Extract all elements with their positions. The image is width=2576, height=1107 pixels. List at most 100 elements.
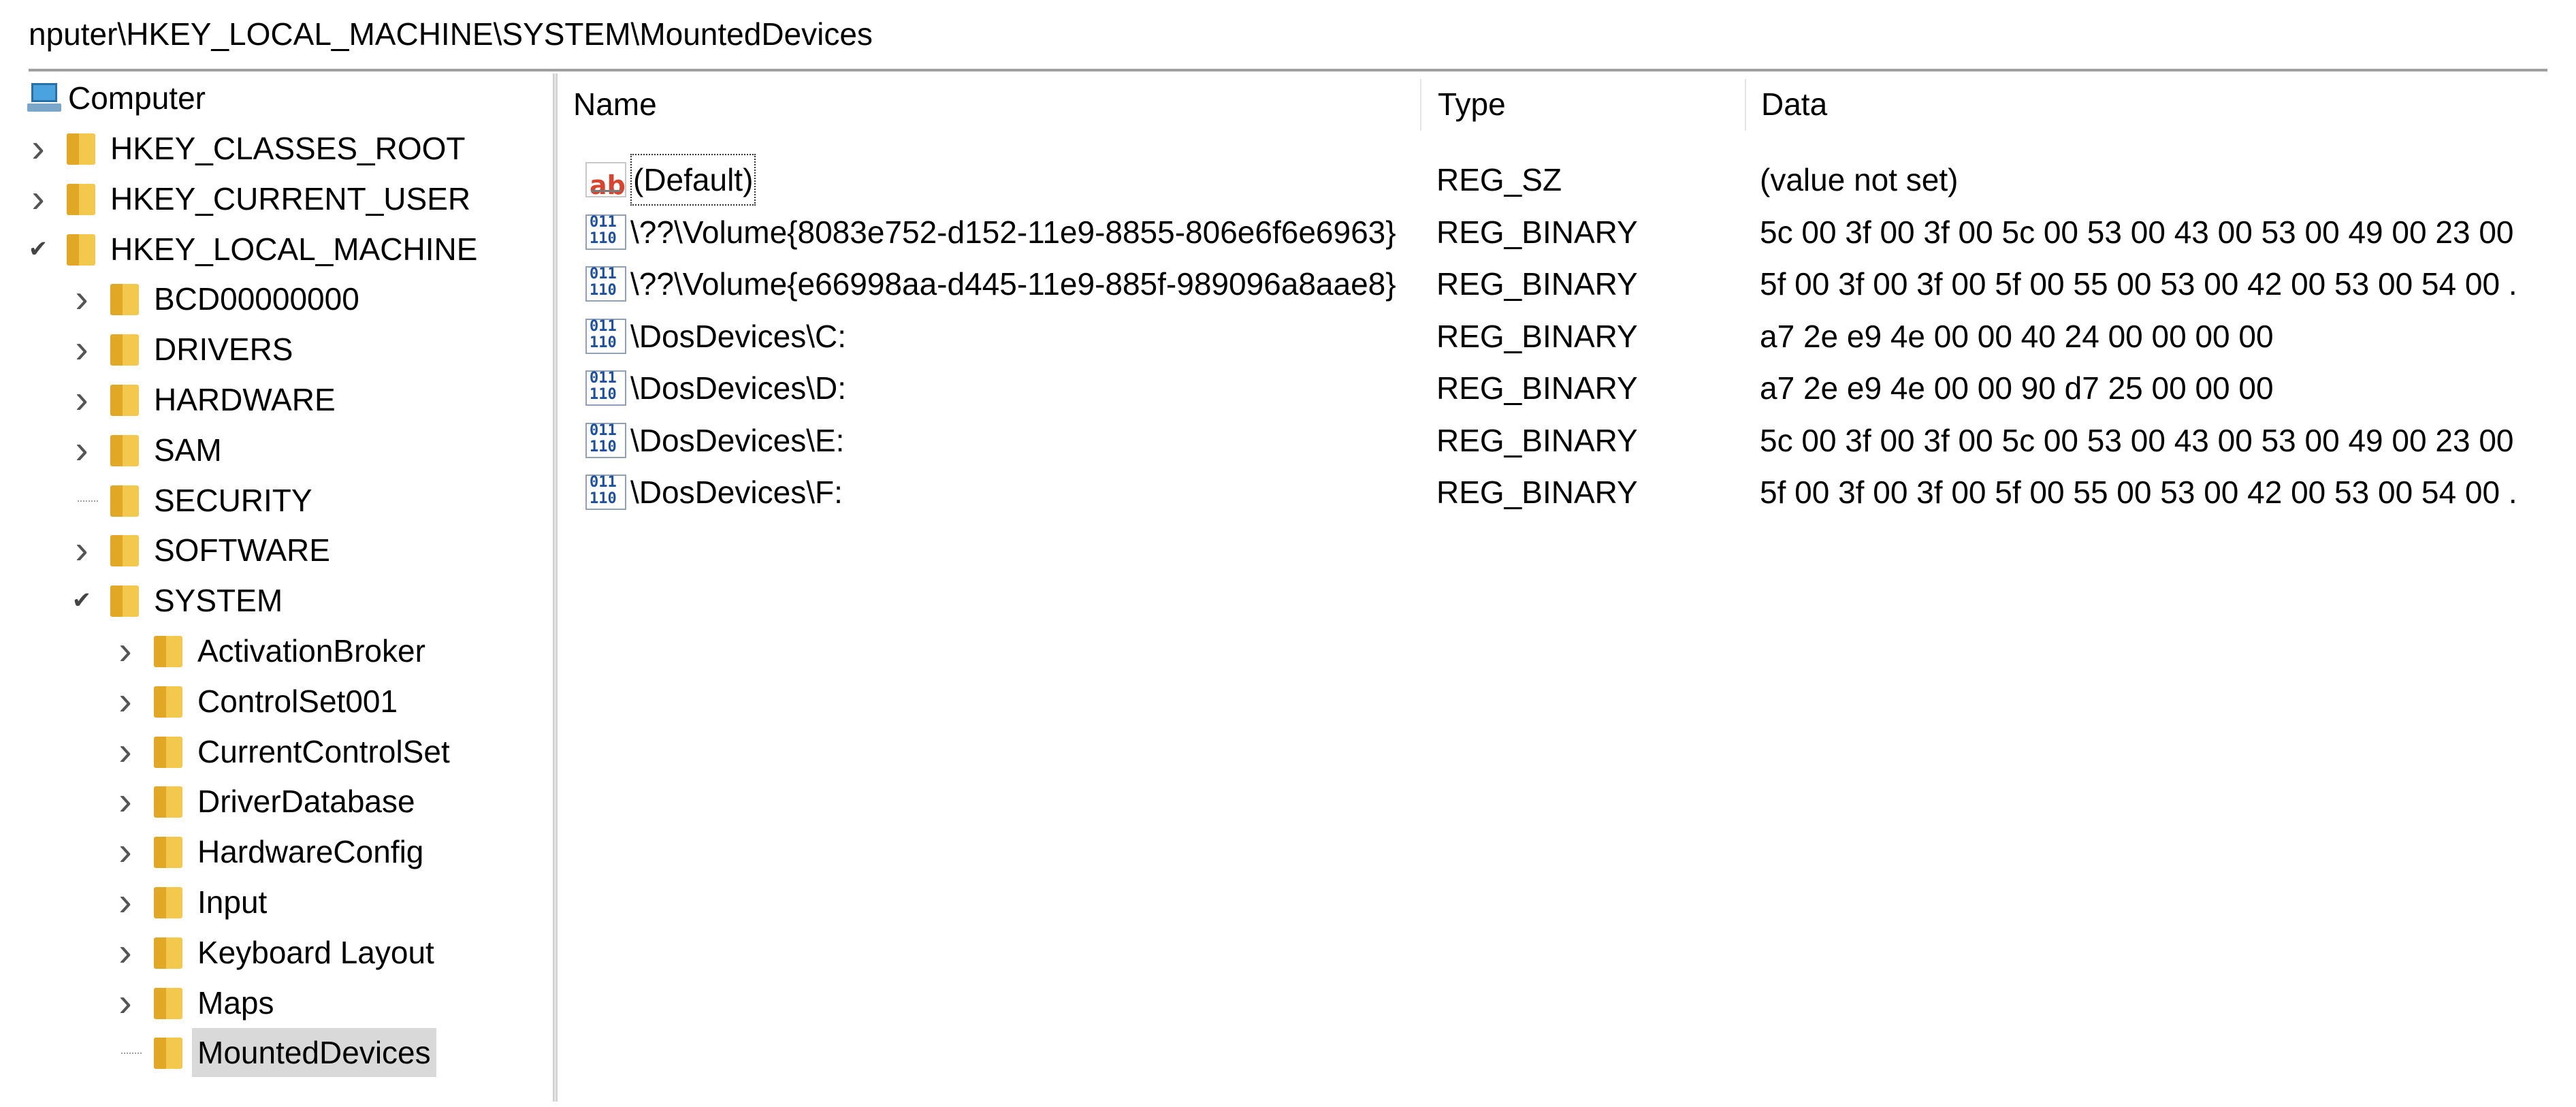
value-type: REG_BINARY: [1436, 422, 1638, 458]
chevron-right-icon[interactable]: ›: [112, 827, 139, 876]
tree-connector: [78, 500, 98, 502]
chevron-right-icon[interactable]: ›: [68, 375, 95, 424]
chevron-right-icon[interactable]: ›: [68, 526, 95, 575]
tree-node-label: Maps: [197, 984, 274, 1021]
folder-icon: [110, 284, 139, 316]
folder-icon: [110, 385, 139, 416]
folder-icon: [110, 535, 139, 567]
chevron-right-icon[interactable]: ›: [112, 626, 139, 675]
value-name: \DosDevices\F:: [630, 475, 843, 510]
value-type: REG_SZ: [1436, 162, 1562, 197]
chevron-down-icon[interactable]: ✔: [25, 225, 52, 274]
tree-node-label: Keyboard Layout: [197, 934, 434, 970]
tree-node-computer[interactable]: Computer: [0, 74, 545, 123]
tree-node[interactable]: SECURITY: [0, 476, 545, 525]
tree-node-label: HARDWARE: [154, 382, 336, 417]
value-name: \??\Volume{e66998aa-d445-11e9-885f-98909…: [630, 266, 1396, 302]
value-row[interactable]: 011 110 \DosDevices\F: REG_BINARY 5f 00 3f 0…: [558, 466, 2576, 518]
tree-node[interactable]: › CurrentControlSet: [0, 727, 545, 776]
folder-icon: [154, 736, 182, 768]
folder-icon: [154, 987, 182, 1019]
chevron-right-icon[interactable]: ›: [112, 677, 139, 726]
computer-icon: [27, 83, 61, 113]
value-data: a7 2e e9 4e 00 00 40 24 00 00 00 00: [1760, 318, 2274, 354]
tree-node-label: HKEY_CLASSES_ROOT: [110, 131, 466, 166]
folder-icon: [110, 585, 139, 617]
tree-node[interactable]: › HARDWARE: [0, 375, 545, 424]
folder-icon: [110, 485, 139, 517]
tree-node[interactable]: › Input: [0, 878, 545, 927]
tree-connector: [121, 1053, 142, 1055]
tree-node[interactable]: MountedDevices: [0, 1028, 545, 1078]
tree-node[interactable]: › HardwareConfig: [0, 827, 545, 876]
chevron-right-icon[interactable]: ›: [25, 124, 52, 173]
binary-value-icon: 011 110: [585, 214, 626, 250]
tree-node[interactable]: › Maps: [0, 978, 545, 1027]
tree-node-label: HardwareConfig: [197, 834, 424, 870]
tree-node[interactable]: › ControlSet001: [0, 677, 545, 726]
tree-node-label: Computer: [68, 80, 206, 116]
value-name: \??\Volume{8083e752-d152-11e9-8855-806e6…: [630, 214, 1396, 250]
tree-node[interactable]: › SOFTWARE: [0, 526, 545, 575]
binary-value-icon: 011 110: [585, 318, 626, 354]
value-name: (Default): [630, 154, 756, 206]
value-row[interactable]: 011 110 \DosDevices\D: REG_BINARY a7 2e e9 4…: [558, 362, 2576, 414]
tree-node[interactable]: ✔ HKEY_LOCAL_MACHINE: [0, 225, 545, 274]
address-bar[interactable]: nputer\HKEY_LOCAL_MACHINE\SYSTEM\Mounted…: [0, 0, 2576, 68]
value-row[interactable]: 011 110 \??\Volume{8083e752-d152-11e9-8855…: [558, 206, 2576, 258]
value-data: a7 2e e9 4e 00 00 90 d7 25 00 00 00: [1760, 370, 2274, 406]
folder-icon: [154, 786, 182, 818]
tree-node[interactable]: › HKEY_CLASSES_ROOT: [0, 124, 545, 173]
value-name: \DosDevices\D:: [630, 370, 846, 406]
value-row[interactable]: 011 110 \DosDevices\C: REG_BINARY a7 2e e9 4…: [558, 310, 2576, 362]
tree-node-label: SAM: [154, 432, 222, 468]
tree-node[interactable]: › ActivationBroker: [0, 626, 545, 675]
tree-node-label: HKEY_CURRENT_USER: [110, 180, 471, 216]
column-header-data[interactable]: Data: [1746, 74, 2563, 135]
pane-splitter[interactable]: [553, 74, 558, 1102]
column-header-name[interactable]: Name: [558, 74, 1436, 135]
values-list[interactable]: Name Type Data ab (Default) REG_SZ (value n…: [558, 74, 2576, 1102]
tree-node[interactable]: ✔ SYSTEM: [0, 576, 545, 625]
tree-node[interactable]: › SAM: [0, 426, 545, 475]
tree-node-label: Input: [197, 884, 268, 920]
chevron-right-icon[interactable]: ›: [68, 325, 95, 374]
folder-icon: [154, 887, 182, 918]
tree-node[interactable]: › Keyboard Layout: [0, 928, 545, 977]
chevron-right-icon[interactable]: ›: [112, 878, 139, 927]
folder-icon: [67, 234, 95, 266]
chevron-right-icon[interactable]: ›: [112, 727, 139, 776]
folder-icon: [154, 837, 182, 869]
folder-icon: [154, 636, 182, 667]
tree-node-label: DRIVERS: [154, 332, 293, 368]
chevron-right-icon[interactable]: ›: [112, 928, 139, 977]
address-path: nputer\HKEY_LOCAL_MACHINE\SYSTEM\Mounted…: [29, 16, 873, 52]
value-name: \DosDevices\C:: [630, 318, 846, 354]
tree-node-label: HKEY_LOCAL_MACHINE: [110, 231, 478, 267]
tree-node-label: DriverDatabase: [197, 784, 415, 820]
column-header-type[interactable]: Type: [1423, 74, 1750, 135]
chevron-right-icon[interactable]: ›: [68, 274, 95, 323]
chevron-right-icon[interactable]: ›: [25, 174, 52, 223]
tree-node[interactable]: › HKEY_CURRENT_USER: [0, 174, 545, 223]
string-value-icon: ab: [585, 162, 626, 200]
value-row[interactable]: 011 110 \DosDevices\E: REG_BINARY 5c 00 3f 0…: [558, 415, 2576, 466]
folder-icon: [110, 334, 139, 366]
value-type: REG_BINARY: [1436, 214, 1638, 250]
tree-node-label: MountedDevices: [192, 1028, 436, 1078]
value-row[interactable]: ab (Default) REG_SZ (value not set): [558, 154, 2576, 206]
chevron-right-icon[interactable]: ›: [112, 777, 139, 826]
chevron-down-icon[interactable]: ✔: [68, 576, 95, 625]
tree-node-label: SECURITY: [154, 482, 312, 518]
folder-icon: [154, 937, 182, 969]
chevron-right-icon[interactable]: ›: [68, 426, 95, 475]
value-type: REG_BINARY: [1436, 475, 1638, 510]
chevron-right-icon[interactable]: ›: [112, 978, 139, 1027]
binary-value-icon: 011 110: [585, 422, 626, 458]
tree-node[interactable]: › BCD00000000: [0, 274, 545, 323]
tree-node[interactable]: › DriverDatabase: [0, 777, 545, 826]
value-row[interactable]: 011 110 \??\Volume{e66998aa-d445-11e9-885f…: [558, 258, 2576, 310]
registry-tree[interactable]: Computer › HKEY_CLASSES_ROOT › HKEY_CURRENT…: [0, 74, 553, 1102]
column-divider[interactable]: [1420, 79, 1421, 131]
tree-node[interactable]: › DRIVERS: [0, 325, 545, 374]
